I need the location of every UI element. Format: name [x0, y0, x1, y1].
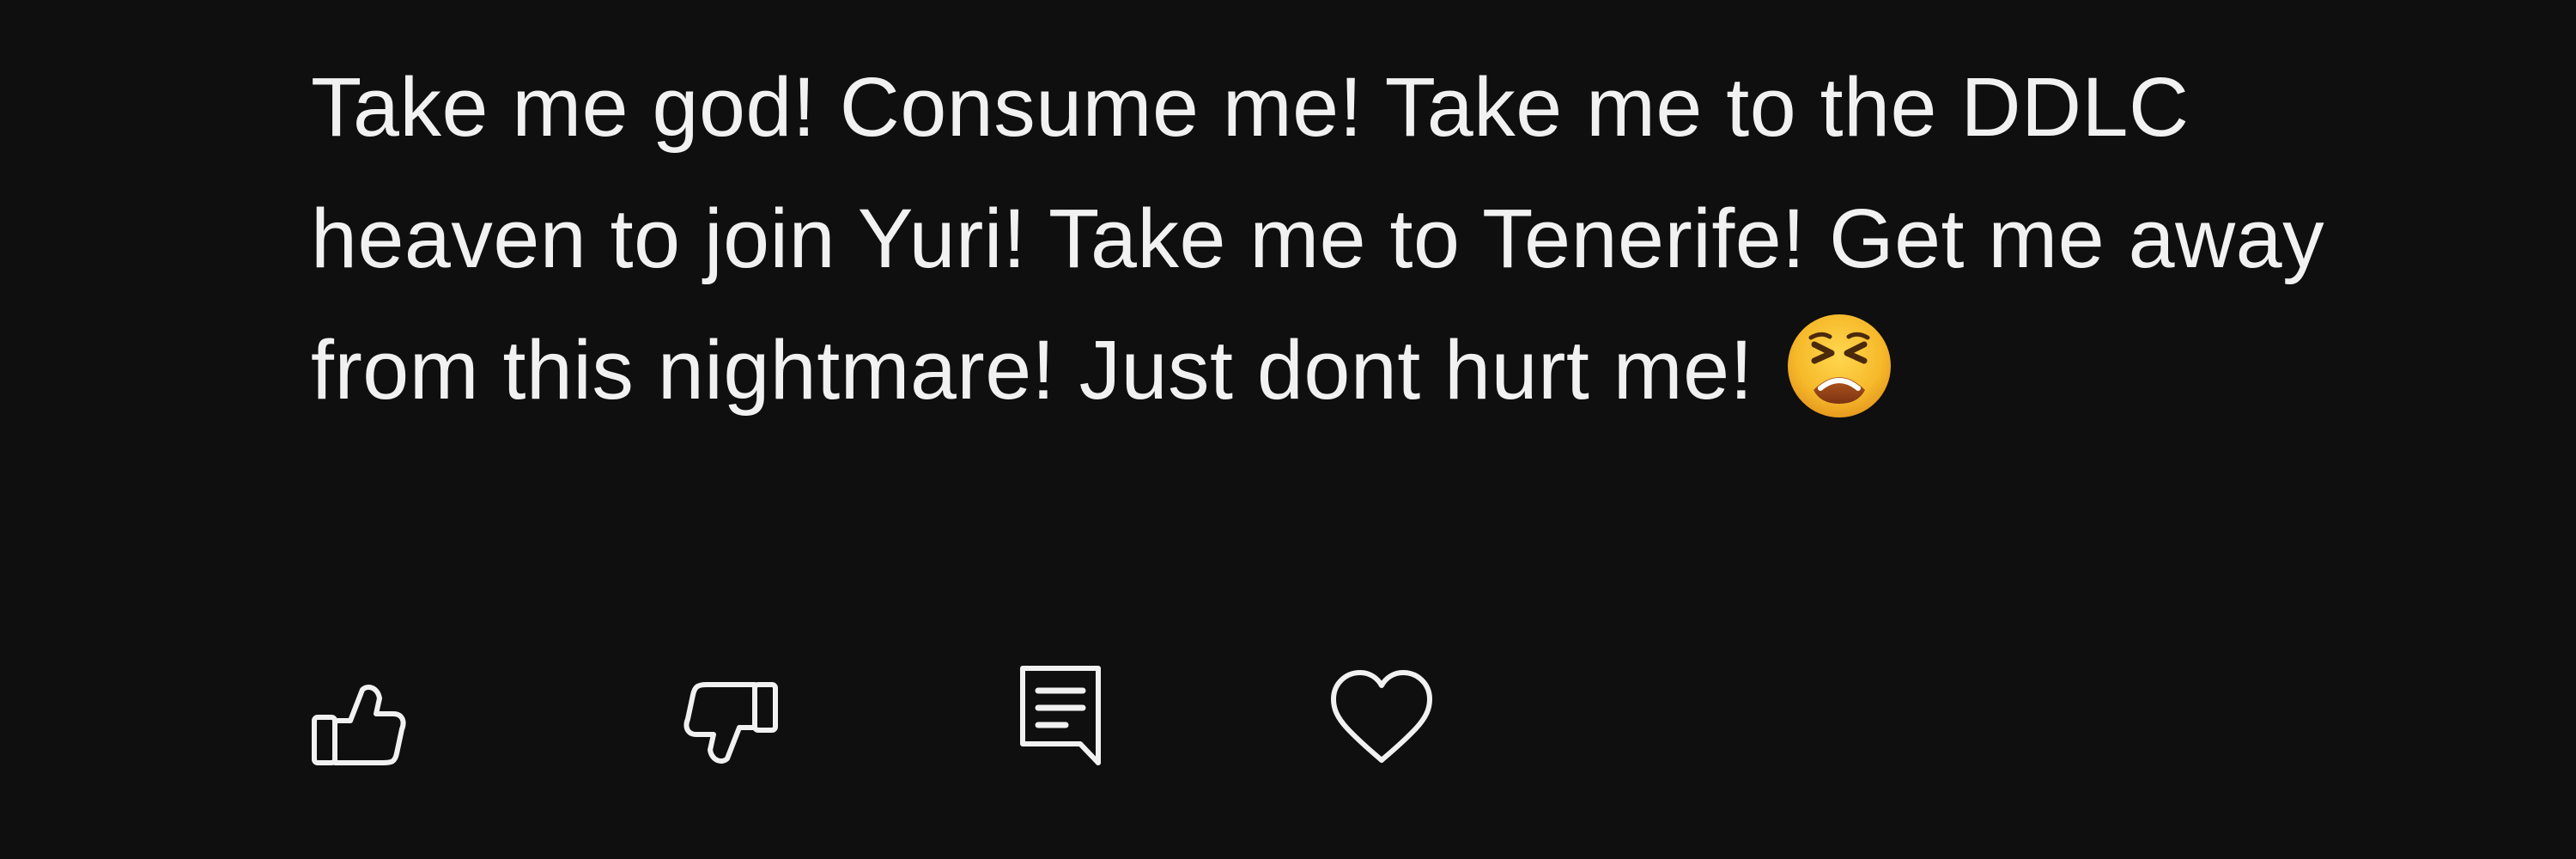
- comment-actions-bar: [0, 0, 2576, 859]
- thumbs-down-icon: [681, 674, 781, 774]
- reply-button[interactable]: [1018, 663, 1103, 768]
- like-button[interactable]: [309, 674, 409, 774]
- reply-comment-icon: [1018, 663, 1103, 768]
- heart-button[interactable]: [1328, 666, 1435, 771]
- heart-icon: [1328, 666, 1435, 771]
- dislike-button[interactable]: [681, 674, 781, 774]
- comment-card: Take me god! Consume me! Take me to the …: [0, 0, 2576, 859]
- thumbs-up-icon: [309, 674, 409, 774]
